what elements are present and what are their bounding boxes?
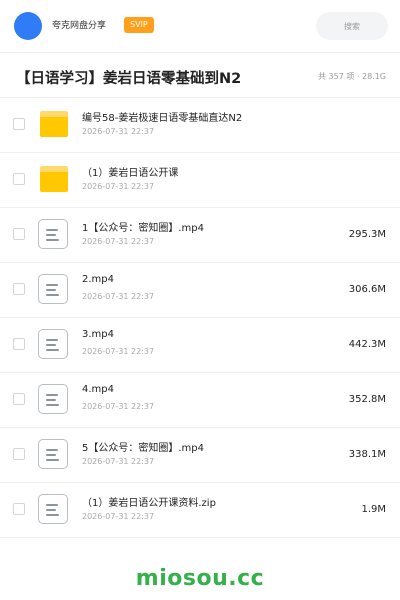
document-icon bbox=[38, 274, 70, 306]
list-item[interactable]: 1【公众号：密知圈】.mp4 2026-07-31 22:37 295.3M bbox=[0, 208, 400, 263]
file-name[interactable]: 5【公众号：密知圈】.mp4 bbox=[82, 439, 204, 454]
folder-title-row: 【日语学习】姜岩日语零基础到N2 共 357 项 · 28.1G bbox=[0, 53, 400, 98]
list-item[interactable]: 4.mp4 2026-07-31 22:37 352.8M bbox=[0, 373, 400, 428]
document-icon bbox=[38, 494, 70, 526]
select-checkbox[interactable] bbox=[13, 283, 25, 295]
file-size: 338.1M bbox=[348, 449, 386, 460]
folder-icon bbox=[38, 164, 70, 196]
list-item[interactable]: 2.mp4 2026-07-31 22:37 306.6M bbox=[0, 263, 400, 318]
watermark: miosou.cc bbox=[135, 566, 265, 591]
file-date: 2026-07-31 22:37 bbox=[82, 457, 155, 466]
select-checkbox[interactable] bbox=[13, 503, 25, 515]
header-bar: 夸克网盘分享 SVIP 搜索 bbox=[0, 0, 400, 53]
search-input[interactable]: 搜索 bbox=[316, 12, 388, 40]
file-size: 1.9M bbox=[361, 504, 386, 515]
select-checkbox[interactable] bbox=[13, 173, 25, 185]
folder-icon bbox=[38, 109, 70, 141]
select-checkbox[interactable] bbox=[13, 118, 25, 130]
file-date: 2026-07-31 22:37 bbox=[82, 402, 155, 411]
file-list: 编号58-姜岩极速日语零基础直达N2 2026-07-31 22:37 （1）姜… bbox=[0, 98, 400, 538]
file-name[interactable]: 4.mp4 bbox=[82, 384, 114, 395]
page-title: 【日语学习】姜岩日语零基础到N2 bbox=[16, 71, 242, 87]
file-size: 442.3M bbox=[348, 339, 386, 350]
avatar[interactable] bbox=[14, 12, 42, 40]
list-item[interactable]: 编号58-姜岩极速日语零基础直达N2 2026-07-31 22:37 bbox=[0, 98, 400, 153]
file-name[interactable]: （1）姜岩日语公开课 bbox=[82, 164, 178, 179]
file-size: 295.3M bbox=[348, 229, 386, 240]
select-checkbox[interactable] bbox=[13, 393, 25, 405]
file-name[interactable]: 1【公众号：密知圈】.mp4 bbox=[82, 219, 204, 234]
file-date: 2026-07-31 22:37 bbox=[82, 347, 155, 356]
file-size: 306.6M bbox=[348, 284, 386, 295]
file-name[interactable]: （1）姜岩日语公开课资料.zip bbox=[82, 494, 216, 509]
select-checkbox[interactable] bbox=[13, 448, 25, 460]
file-date: 2026-07-31 22:37 bbox=[82, 512, 155, 521]
list-item[interactable]: 5【公众号：密知圈】.mp4 2026-07-31 22:37 338.1M bbox=[0, 428, 400, 483]
select-checkbox[interactable] bbox=[13, 338, 25, 350]
select-checkbox[interactable] bbox=[13, 228, 25, 240]
list-item[interactable]: 3.mp4 2026-07-31 22:37 442.3M bbox=[0, 318, 400, 373]
file-date: 2026-07-31 22:37 bbox=[82, 182, 155, 191]
file-name[interactable]: 2.mp4 bbox=[82, 274, 114, 285]
search-placeholder: 搜索 bbox=[344, 21, 360, 31]
document-icon bbox=[38, 219, 70, 251]
file-date: 2026-07-31 22:37 bbox=[82, 127, 155, 136]
file-name[interactable]: 编号58-姜岩极速日语零基础直达N2 bbox=[82, 109, 242, 124]
document-icon bbox=[38, 439, 70, 471]
document-icon bbox=[38, 329, 70, 361]
file-date: 2026-07-31 22:37 bbox=[82, 292, 155, 301]
list-item[interactable]: （1）姜岩日语公开课资料.zip 2026-07-31 22:37 1.9M bbox=[0, 483, 400, 538]
file-size: 352.8M bbox=[348, 394, 386, 405]
folder-meta: 共 357 项 · 28.1G bbox=[318, 72, 386, 81]
document-icon bbox=[38, 384, 70, 416]
file-date: 2026-07-31 22:37 bbox=[82, 237, 155, 246]
user-name[interactable]: 夸克网盘分享 bbox=[52, 18, 106, 31]
file-name[interactable]: 3.mp4 bbox=[82, 329, 114, 340]
list-item[interactable]: （1）姜岩日语公开课 2026-07-31 22:37 bbox=[0, 153, 400, 208]
vip-badge: SVIP bbox=[124, 17, 154, 33]
